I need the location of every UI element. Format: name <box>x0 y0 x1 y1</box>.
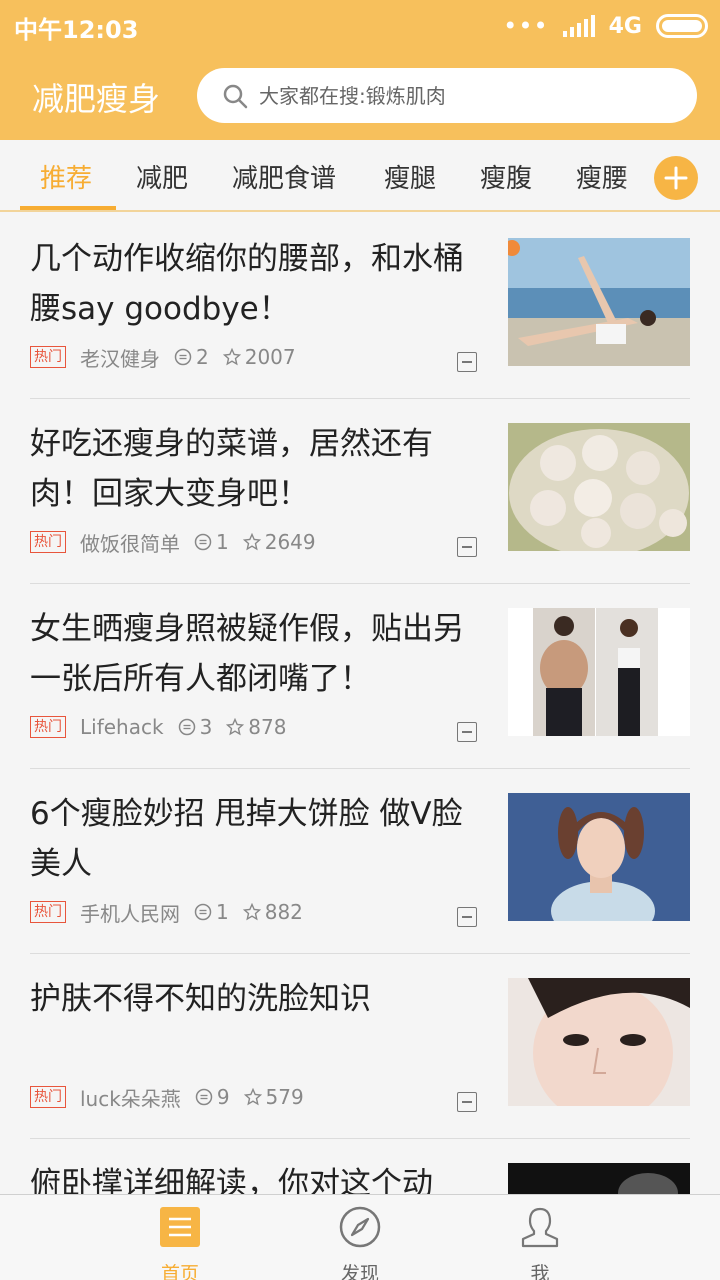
article-meta: 热门 做饭很简单 1 2649 <box>30 527 316 557</box>
status-bar: 中午12:03 ••• 4G <box>0 0 720 52</box>
comment-icon <box>195 1088 213 1106</box>
dismiss-button[interactable] <box>457 722 477 742</box>
like-count: 878 <box>226 715 286 739</box>
user-icon <box>521 1207 559 1248</box>
comment-icon <box>178 718 195 736</box>
search-bar[interactable] <box>197 68 697 123</box>
comment-icon <box>194 903 212 921</box>
tab-slim-belly[interactable]: 瘦腹 <box>480 158 532 195</box>
article-thumbnail[interactable] <box>508 608 690 736</box>
app-header: 中午12:03 ••• 4G 减肥瘦身 <box>0 0 720 140</box>
nav-me-label: 我 <box>530 1263 550 1280</box>
article-source[interactable]: 老汉健身 <box>80 343 160 372</box>
star-icon <box>242 903 261 921</box>
article-thumbnail[interactable] <box>508 978 690 1106</box>
article-title[interactable]: 护肤不得不知的洗脸知识 <box>30 974 485 1024</box>
tab-slim-legs[interactable]: 瘦腿 <box>384 158 436 195</box>
article-item[interactable]: 好吃还瘦身的菜谱，居然还有肉！回家大变身吧！ 热门 做饭很简单 1 2649 <box>30 399 690 584</box>
more-dots-icon: ••• <box>503 12 549 40</box>
star-icon <box>222 348 241 366</box>
hot-badge: 热门 <box>30 901 66 923</box>
article-source[interactable]: 手机人民网 <box>80 898 180 927</box>
hot-badge: 热门 <box>30 1086 66 1108</box>
comment-count: 3 <box>178 715 212 739</box>
plus-icon <box>664 166 688 190</box>
nav-home[interactable]: 首页 <box>120 1195 240 1280</box>
star-icon <box>243 1088 262 1106</box>
compass-icon <box>339 1206 381 1248</box>
comment-icon <box>194 533 212 551</box>
home-list-icon <box>160 1207 200 1247</box>
article-feed: 几个动作收缩你的腰部，和水桶腰say goodbye！ 热门 老汉健身 2 20… <box>0 214 720 1194</box>
article-item[interactable]: 女生晒瘦身照被疑作假，贴出另一张后所有人都闭嘴了！ 热门 Lifehack 3 <box>30 584 690 769</box>
nav-discover[interactable]: 发现 <box>300 1195 420 1280</box>
like-count: 882 <box>242 900 303 924</box>
tabs-fade <box>620 142 654 208</box>
search-icon <box>223 84 248 108</box>
star-icon <box>226 718 245 736</box>
status-time: 中午12:03 <box>14 16 139 44</box>
comment-count: 9 <box>195 1085 230 1109</box>
star-icon <box>242 533 261 551</box>
article-source[interactable]: Lifehack <box>80 715 164 739</box>
article-source[interactable]: luck朵朵燕 <box>80 1083 181 1112</box>
article-title[interactable]: 几个动作收缩你的腰部，和水桶腰say goodbye！ <box>30 234 485 334</box>
article-meta: 热门 老汉健身 2 2007 <box>30 342 296 372</box>
comment-count: 2 <box>174 345 209 369</box>
article-meta: 热门 Lifehack 3 878 <box>30 712 286 742</box>
category-tabs: 推荐 减肥 减肥食谱 瘦腿 瘦腹 瘦腰 <box>0 140 720 212</box>
article-thumbnail[interactable] <box>508 1163 690 1194</box>
article-item[interactable]: 俯卧撑详细解读，你对这个动 <box>30 1139 690 1194</box>
comment-icon <box>174 348 192 366</box>
page-title: 减肥瘦身 <box>32 80 161 118</box>
hot-badge: 热门 <box>30 346 66 368</box>
like-count: 2007 <box>222 345 296 369</box>
hot-badge: 热门 <box>30 716 66 738</box>
article-item[interactable]: 6个瘦脸妙招 甩掉大饼脸 做V脸美人 热门 手机人民网 1 882 <box>30 769 690 954</box>
like-count: 2649 <box>242 530 316 554</box>
article-title[interactable]: 好吃还瘦身的菜谱，居然还有肉！回家大变身吧！ <box>30 419 485 519</box>
dismiss-button[interactable] <box>457 907 477 927</box>
hot-badge: 热门 <box>30 531 66 553</box>
article-meta: 热门 luck朵朵燕 9 579 <box>30 1082 304 1112</box>
comment-count: 1 <box>194 900 229 924</box>
nav-home-label: 首页 <box>160 1263 199 1280</box>
bottom-nav: 首页 发现 我 <box>0 1194 720 1280</box>
comment-count: 1 <box>194 530 229 554</box>
dismiss-button[interactable] <box>457 352 477 372</box>
article-source[interactable]: 做饭很简单 <box>80 528 180 557</box>
like-count: 579 <box>243 1085 304 1109</box>
network-type: 4G <box>608 13 642 39</box>
article-title[interactable]: 6个瘦脸妙招 甩掉大饼脸 做V脸美人 <box>30 789 485 889</box>
status-icons: ••• 4G <box>503 10 708 42</box>
tab-recommend[interactable]: 推荐 <box>40 158 92 195</box>
search-input[interactable] <box>259 83 659 108</box>
battery-icon <box>656 14 708 38</box>
article-thumbnail[interactable] <box>508 238 690 366</box>
article-item[interactable]: 几个动作收缩你的腰部，和水桶腰say goodbye！ 热门 老汉健身 2 20… <box>30 214 690 399</box>
add-category-button[interactable] <box>654 156 698 200</box>
dismiss-button[interactable] <box>457 1092 477 1112</box>
active-tab-indicator <box>20 206 116 210</box>
signal-icon <box>562 15 595 37</box>
article-title[interactable]: 俯卧撑详细解读，你对这个动 <box>30 1159 485 1194</box>
article-meta: 热门 手机人民网 1 882 <box>30 897 303 927</box>
nav-me[interactable]: 我 <box>480 1195 600 1280</box>
article-item[interactable]: 护肤不得不知的洗脸知识 热门 luck朵朵燕 9 579 <box>30 954 690 1139</box>
article-title[interactable]: 女生晒瘦身照被疑作假，贴出另一张后所有人都闭嘴了！ <box>30 604 485 704</box>
dismiss-button[interactable] <box>457 537 477 557</box>
nav-discover-label: 发现 <box>340 1263 379 1280</box>
article-thumbnail[interactable] <box>508 793 690 921</box>
tab-lose-weight[interactable]: 减肥 <box>136 158 188 195</box>
tab-diet-recipes[interactable]: 减肥食谱 <box>232 158 336 195</box>
article-thumbnail[interactable] <box>508 423 690 551</box>
